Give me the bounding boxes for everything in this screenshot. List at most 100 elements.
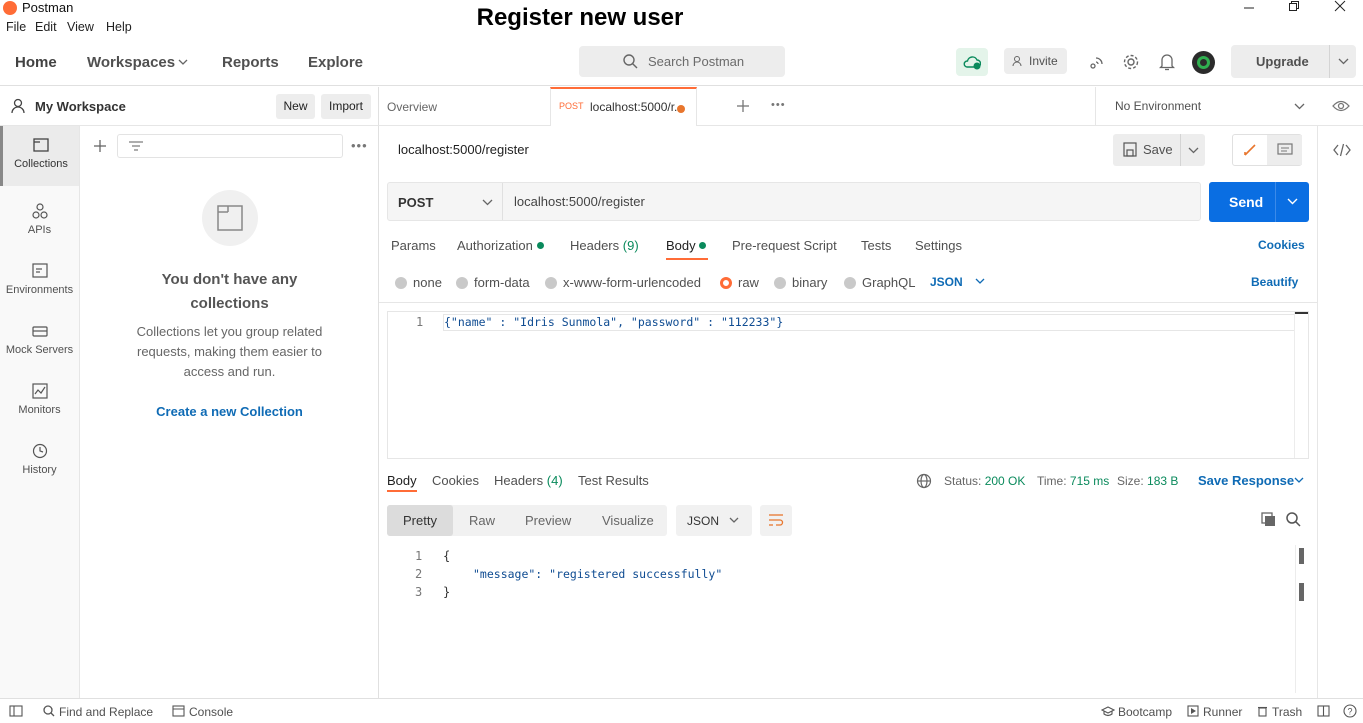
tab-body[interactable]: Body (666, 238, 707, 253)
bell-icon[interactable] (1159, 53, 1175, 71)
nav-explore[interactable]: Explore (308, 54, 363, 71)
import-button[interactable]: Import (321, 94, 371, 119)
two-pane-icon[interactable] (1317, 705, 1330, 717)
empty-desc-line: requests, making them easier to (137, 344, 322, 359)
indicator-dot (536, 242, 544, 249)
save-button[interactable]: Save (1113, 134, 1205, 166)
globe-icon[interactable] (916, 473, 932, 489)
environment-select[interactable]: No Environment (1115, 99, 1201, 113)
body-type-raw[interactable]: raw (720, 275, 759, 290)
sidebar-item-apis[interactable]: APIs (0, 192, 79, 248)
more-icon[interactable]: ••• (351, 138, 368, 153)
view-mode-preview[interactable]: Preview (525, 513, 571, 528)
runner-button[interactable]: Runner (1203, 705, 1242, 719)
eye-icon[interactable] (1332, 99, 1350, 113)
url-input[interactable]: localhost:5000/register (514, 194, 645, 209)
new-button[interactable]: New (276, 94, 315, 119)
beautify-link[interactable]: Beautify (1251, 275, 1298, 289)
sidebar-item-monitors[interactable]: Monitors (0, 372, 79, 428)
close-icon[interactable] (1334, 0, 1346, 12)
create-collection-link[interactable]: Create a new Collection (80, 404, 379, 419)
tab-params[interactable]: Params (391, 238, 436, 253)
method-select[interactable]: POST (388, 183, 503, 220)
console-button[interactable]: Console (189, 705, 233, 719)
plus-icon[interactable] (93, 139, 107, 153)
satellite-icon[interactable] (1087, 54, 1105, 72)
chevron-down-icon[interactable] (1294, 477, 1304, 485)
search-icon[interactable] (1286, 512, 1301, 527)
response-scrollbar[interactable] (1295, 545, 1296, 693)
runner-icon (1187, 705, 1199, 717)
nav-reports[interactable]: Reports (222, 54, 279, 71)
response-tab-cookies[interactable]: Cookies (432, 473, 479, 488)
server-icon (31, 326, 48, 337)
send-button[interactable]: Send (1209, 182, 1309, 222)
radio-label: GraphQL (862, 275, 916, 290)
response-tab-headers[interactable]: Headers (4) (494, 473, 563, 488)
body-type-form-data[interactable]: form-data (456, 275, 530, 290)
overlay-title: Register new user (476, 4, 684, 31)
radio-label: binary (792, 275, 828, 290)
nav-home[interactable]: Home (15, 54, 57, 71)
headers-count: (4) (546, 473, 563, 488)
tab-more-icon[interactable]: ••• (771, 99, 786, 111)
view-mode-raw[interactable]: Raw (469, 513, 495, 528)
new-tab-icon[interactable] (736, 99, 750, 113)
minimize-icon[interactable] (1243, 2, 1255, 14)
wrap-lines-button[interactable] (760, 505, 792, 536)
invite-button[interactable]: Invite (1004, 48, 1067, 74)
sidebar-item-environments[interactable]: Environments (0, 252, 79, 308)
collection-filter-input[interactable] (117, 134, 343, 158)
tab-headers[interactable]: Headers (9) (570, 238, 639, 253)
code-icon[interactable] (1333, 143, 1351, 157)
view-mode-visualize[interactable]: Visualize (602, 513, 654, 528)
response-body[interactable]: 1 { 2 "message": "registered successfull… (387, 545, 1309, 695)
sidebar-item-history[interactable]: History (0, 432, 79, 488)
invite-label: Invite (1029, 54, 1058, 68)
search-box[interactable]: Search Postman (579, 46, 785, 77)
gear-icon[interactable] (1122, 53, 1140, 71)
find-replace-button[interactable]: Find and Replace (59, 705, 153, 719)
nav-workspaces[interactable]: Workspaces (87, 54, 175, 71)
sync-status-button[interactable] (956, 48, 988, 76)
body-type-binary[interactable]: binary (774, 275, 827, 290)
help-icon[interactable]: ? (1343, 704, 1357, 718)
unsaved-dot[interactable] (677, 105, 685, 113)
request-body-editor[interactable]: 1 {"name" : "Idris Sunmola", "password" … (387, 311, 1309, 459)
tab-tests[interactable]: Tests (861, 238, 891, 253)
bootcamp-button[interactable]: Bootcamp (1118, 705, 1172, 719)
sidebar-toggle-icon[interactable] (9, 705, 23, 717)
save-response-button[interactable]: Save Response (1198, 473, 1294, 488)
avatar[interactable] (1192, 51, 1215, 74)
chevron-down-icon[interactable] (1294, 103, 1305, 111)
tab-overview[interactable]: Overview (387, 100, 437, 114)
tab-active-request[interactable]: POST localhost:5000/r... (550, 87, 697, 126)
comments-button[interactable] (1267, 135, 1302, 165)
view-mode-pretty[interactable]: Pretty (403, 513, 437, 528)
response-tab-test-results[interactable]: Test Results (578, 473, 649, 488)
body-type-none[interactable]: none (395, 275, 442, 290)
wrap-icon (769, 514, 784, 526)
restore-icon[interactable] (1288, 0, 1300, 12)
request-name[interactable]: localhost:5000/register (398, 142, 529, 157)
upgrade-button[interactable]: Upgrade (1231, 45, 1356, 78)
editor-scrollbar[interactable] (1294, 312, 1295, 458)
response-tab-body[interactable]: Body (387, 473, 417, 488)
copy-icon[interactable] (1261, 512, 1276, 527)
radio-dot-selected (720, 277, 732, 289)
tab-authorization[interactable]: Authorization (457, 238, 544, 253)
sidebar-item-mock-servers[interactable]: Mock Servers (0, 312, 79, 368)
sidebar-item-collections[interactable]: Collections (0, 126, 79, 186)
body-type-urlencoded[interactable]: x-www-form-urlencoded (545, 275, 701, 290)
body-language-select[interactable]: JSON (930, 275, 963, 289)
body-type-graphql[interactable]: GraphQL (844, 275, 915, 290)
workspace-name[interactable]: My Workspace (35, 99, 126, 114)
tab-prerequest-script[interactable]: Pre-request Script (732, 238, 837, 253)
trash-button[interactable]: Trash (1272, 705, 1302, 719)
radio-dot (545, 277, 557, 289)
edit-button[interactable] (1233, 135, 1267, 165)
tab-settings[interactable]: Settings (915, 238, 962, 253)
cookies-link[interactable]: Cookies (1258, 238, 1305, 252)
headers-count: (9) (622, 238, 639, 253)
response-language-select[interactable]: JSON (676, 505, 752, 536)
